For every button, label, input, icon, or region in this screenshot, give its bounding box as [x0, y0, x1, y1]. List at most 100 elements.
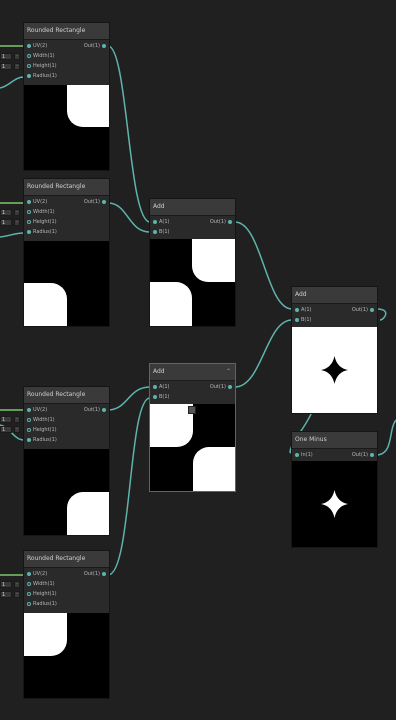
- one-minus-node[interactable]: One Minus In(1) Out(1): [292, 432, 377, 547]
- port-radius[interactable]: Radius(1): [27, 600, 57, 608]
- port-b[interactable]: B(1): [295, 316, 312, 324]
- port-dot-icon: [153, 384, 157, 389]
- port-dot-icon: [295, 307, 299, 312]
- port-dot-icon: [27, 427, 31, 432]
- port-height[interactable]: Height(1): [27, 218, 57, 226]
- node-preview: [150, 239, 235, 326]
- port-dot-icon: [27, 571, 31, 576]
- port-out[interactable]: Out(1): [210, 383, 232, 391]
- height-handle[interactable]: ·: [14, 63, 20, 70]
- port-dot-icon: [27, 437, 31, 442]
- port-radius[interactable]: Radius(1): [27, 436, 57, 444]
- wire-rr3-add2: [107, 386, 151, 411]
- port-dot-icon: [153, 229, 157, 234]
- width-handle[interactable]: ·: [14, 416, 20, 423]
- height-handle[interactable]: ·: [14, 591, 20, 598]
- port-dot-icon: [27, 407, 31, 412]
- port-dot-icon: [370, 307, 374, 312]
- port-dot-icon: [27, 219, 31, 224]
- port-dot-icon: [102, 43, 106, 48]
- port-in[interactable]: In(1): [295, 451, 313, 459]
- preview-shape-top-right: [192, 239, 235, 282]
- add-node-1[interactable]: Add A(1) B(1) Out(1): [150, 199, 235, 326]
- height-value-field[interactable]: 1: [0, 426, 12, 433]
- height-value-field[interactable]: 1: [0, 591, 12, 598]
- port-dot-icon: [27, 199, 31, 204]
- port-height[interactable]: Height(1): [27, 62, 57, 70]
- port-radius[interactable]: Radius(1): [27, 228, 57, 236]
- port-out[interactable]: Out(1): [352, 451, 374, 459]
- port-width[interactable]: Width(1): [27, 416, 55, 424]
- wire-add2-add3: [234, 319, 293, 388]
- port-width[interactable]: Width(1): [27, 52, 55, 60]
- node-title[interactable]: Rounded Rectangle: [24, 551, 109, 568]
- preview-rounded-shape: [24, 283, 67, 326]
- node-title[interactable]: Rounded Rectangle: [24, 387, 109, 404]
- port-uv[interactable]: UV(2): [27, 198, 47, 206]
- port-b[interactable]: B(1): [153, 393, 170, 401]
- preview-rounded-shape: [67, 492, 109, 535]
- port-dot-icon: [228, 219, 232, 224]
- port-a[interactable]: A(1): [295, 306, 312, 314]
- width-value-field[interactable]: 1: [0, 581, 12, 588]
- height-value-field[interactable]: 1: [0, 63, 12, 70]
- port-out[interactable]: Out(1): [84, 198, 106, 206]
- port-radius[interactable]: Radius(1): [27, 72, 57, 80]
- width-value-field[interactable]: 1: [0, 53, 12, 60]
- port-height[interactable]: Height(1): [27, 590, 57, 598]
- node-title[interactable]: Rounded Rectangle: [24, 179, 109, 196]
- preview-shape-bottom-left: [150, 282, 192, 326]
- port-out[interactable]: Out(1): [210, 218, 232, 226]
- width-value-field[interactable]: 1: [0, 209, 12, 216]
- port-a[interactable]: A(1): [153, 383, 170, 391]
- port-out[interactable]: Out(1): [84, 42, 106, 50]
- port-uv[interactable]: UV(2): [27, 570, 47, 578]
- port-out[interactable]: Out(1): [352, 306, 374, 314]
- node-title[interactable]: Add: [150, 199, 235, 216]
- width-handle[interactable]: ·: [14, 53, 20, 60]
- width-handle[interactable]: ·: [14, 581, 20, 588]
- node-preview: [292, 327, 377, 413]
- height-handle[interactable]: ·: [14, 426, 20, 433]
- add-node-3[interactable]: Add A(1) B(1) Out(1): [292, 287, 377, 413]
- port-height[interactable]: Height(1): [27, 426, 57, 434]
- port-b[interactable]: B(1): [153, 228, 170, 236]
- rounded-rectangle-node-4[interactable]: Rounded Rectangle UV(2) Width(1) Height(…: [24, 551, 109, 698]
- port-width[interactable]: Width(1): [27, 208, 55, 216]
- port-dot-icon: [27, 63, 31, 68]
- node-title[interactable]: Add: [150, 364, 235, 381]
- preview-toggle-icon[interactable]: [188, 406, 196, 414]
- height-handle[interactable]: ·: [14, 219, 20, 226]
- port-dot-icon: [102, 571, 106, 576]
- chevron-up-icon[interactable]: ⌃: [225, 368, 232, 375]
- wire-add3-oneminus: [376, 308, 387, 321]
- port-uv[interactable]: UV(2): [27, 406, 47, 414]
- node-title[interactable]: One Minus: [292, 432, 377, 449]
- node-title[interactable]: Rounded Rectangle: [24, 23, 109, 40]
- port-uv[interactable]: UV(2): [27, 42, 47, 50]
- preview-shape-top-left: [150, 404, 193, 447]
- add-node-2[interactable]: Add ⌃ A(1) B(1) Out(1): [150, 364, 235, 491]
- port-out[interactable]: Out(1): [84, 406, 106, 414]
- port-width[interactable]: Width(1): [27, 580, 55, 588]
- wire-rr2-add1: [107, 202, 151, 233]
- wire-oneminus-out: [375, 419, 396, 456]
- port-dot-icon: [102, 407, 106, 412]
- port-out[interactable]: Out(1): [84, 570, 106, 578]
- rounded-rectangle-node-1[interactable]: Rounded Rectangle UV(2) Width(1) Height(…: [24, 23, 109, 170]
- width-value-field[interactable]: 1: [0, 416, 12, 423]
- width-handle[interactable]: ·: [14, 209, 20, 216]
- port-dot-icon: [27, 417, 31, 422]
- node-title[interactable]: Add: [292, 287, 377, 304]
- rounded-rectangle-node-2[interactable]: Rounded Rectangle UV(2) Width(1) Height(…: [24, 179, 109, 326]
- node-preview: [24, 241, 109, 326]
- shader-graph-canvas[interactable]: Rounded Rectangle UV(2) Width(1) Height(…: [0, 0, 396, 720]
- node-preview: [150, 404, 235, 491]
- rounded-rectangle-node-3[interactable]: Rounded Rectangle UV(2) Width(1) Height(…: [24, 387, 109, 535]
- wire-radius-2: [0, 232, 25, 238]
- port-a[interactable]: A(1): [153, 218, 170, 226]
- wire-radius-1: [0, 76, 25, 89]
- preview-star-shape: [321, 490, 348, 518]
- height-value-field[interactable]: 1: [0, 219, 12, 226]
- node-preview: [24, 85, 109, 170]
